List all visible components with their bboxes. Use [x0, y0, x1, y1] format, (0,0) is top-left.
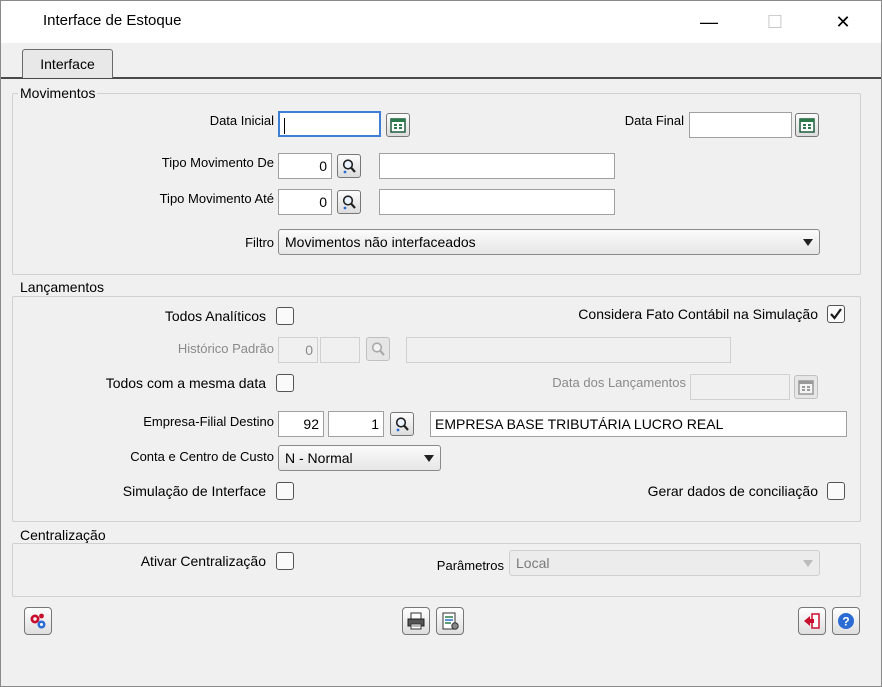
filial-input[interactable]: 1 [328, 411, 384, 437]
data-inicial-input[interactable] [278, 111, 381, 137]
window: Interface de Estoque — ☐ ✕ Interface Mov… [0, 0, 882, 687]
chevron-down-icon[interactable] [798, 231, 818, 253]
chevron-down-icon[interactable] [798, 552, 818, 574]
filtro-label: Filtro [245, 235, 274, 250]
data-lancamentos-input[interactable] [690, 374, 790, 400]
tipo-movimento-ate-description[interactable] [379, 189, 615, 215]
help-icon: ? [838, 613, 854, 629]
calendar-icon[interactable] [386, 113, 410, 137]
minimize-button[interactable]: — [686, 7, 732, 37]
empresa-filial-label: Empresa-Filial Destino [143, 414, 274, 429]
main-panel: Movimentos Data Inicial Data Final Tipo … [6, 79, 876, 682]
tipo-movimento-de-description[interactable] [379, 153, 615, 179]
close-button[interactable]: ✕ [820, 7, 866, 37]
filtro-select[interactable]: Movimentos não interfaceados [278, 229, 820, 255]
parametros-label: Parâmetros [436, 558, 504, 573]
centralizacao-group-label: Centralização [18, 527, 108, 543]
historico-padrao-description[interactable] [406, 337, 731, 363]
maximize-button[interactable]: ☐ [752, 7, 798, 37]
tab-interface[interactable]: Interface [22, 49, 113, 78]
search-icon[interactable] [366, 337, 390, 361]
conta-centro-value: N - Normal [285, 450, 353, 466]
gerar-dados-label: Gerar dados de conciliação [647, 483, 818, 499]
empresa-filial-description[interactable]: EMPRESA BASE TRIBUTÁRIA LUCRO REAL [430, 411, 847, 437]
historico-padrao-code2[interactable] [320, 337, 360, 363]
ativar-centralizacao-checkbox[interactable] [276, 552, 294, 570]
tipo-movimento-de-code[interactable]: 0 [278, 153, 332, 179]
data-final-label: Data Final [624, 113, 684, 128]
tab-strip: Interface [1, 43, 881, 79]
parametros-value: Local [516, 555, 550, 571]
data-final-input[interactable] [689, 112, 792, 138]
gears-icon [30, 613, 46, 629]
lancamentos-group-label: Lançamentos [18, 279, 107, 295]
report-config-icon [442, 612, 459, 630]
data-lancamentos-label: Data dos Lançamentos [552, 375, 686, 390]
ativar-centralizacao-label: Ativar Centralização [140, 553, 266, 569]
parametros-select[interactable]: Local [509, 550, 820, 576]
tipo-movimento-ate-label: Tipo Movimento Até [159, 191, 274, 206]
tipo-movimento-de-label: Tipo Movimento De [161, 155, 274, 170]
todos-mesma-data-label: Todos com a mesma data [105, 375, 266, 391]
filtro-value: Movimentos não interfaceados [285, 234, 476, 250]
conta-centro-select[interactable]: N - Normal [278, 445, 441, 471]
chevron-down-icon[interactable] [419, 447, 439, 469]
checkmark-icon [830, 308, 842, 320]
empresa-input[interactable]: 92 [278, 411, 324, 437]
todos-analiticos-label: Todos Analíticos [164, 308, 266, 324]
title-bar: Interface de Estoque — ☐ ✕ [1, 1, 881, 43]
data-inicial-label: Data Inicial [209, 113, 274, 128]
search-icon[interactable] [337, 190, 361, 214]
help-button[interactable]: ? [832, 607, 860, 635]
tipo-movimento-ate-code[interactable]: 0 [278, 189, 332, 215]
calendar-icon[interactable] [794, 375, 818, 399]
window-title: Interface de Estoque [43, 12, 182, 29]
todos-analiticos-checkbox[interactable] [276, 307, 294, 325]
search-icon[interactable] [337, 154, 361, 178]
movimentos-group-label: Movimentos [18, 85, 98, 101]
print-button[interactable] [402, 607, 430, 635]
conta-centro-label: Conta e Centro de Custo [130, 449, 274, 464]
historico-padrao-label: Histórico Padrão [177, 341, 274, 356]
text-caret [284, 118, 285, 135]
printer-icon [407, 612, 425, 630]
gears-button[interactable] [24, 607, 52, 635]
historico-padrao-code[interactable]: 0 [278, 337, 318, 363]
calendar-icon[interactable] [795, 113, 819, 137]
report-config-button[interactable] [436, 607, 464, 635]
simulacao-label: Simulação de Interface [122, 483, 266, 499]
exit-icon [804, 613, 820, 629]
gerar-dados-checkbox[interactable] [827, 482, 845, 500]
search-icon[interactable] [390, 412, 414, 436]
considera-fato-label: Considera Fato Contábil na Simulação [578, 306, 818, 322]
considera-fato-checkbox[interactable] [827, 305, 845, 323]
todos-mesma-data-checkbox[interactable] [276, 374, 294, 392]
svg-text:?: ? [842, 615, 849, 629]
exit-button[interactable] [798, 607, 826, 635]
simulacao-checkbox[interactable] [276, 482, 294, 500]
